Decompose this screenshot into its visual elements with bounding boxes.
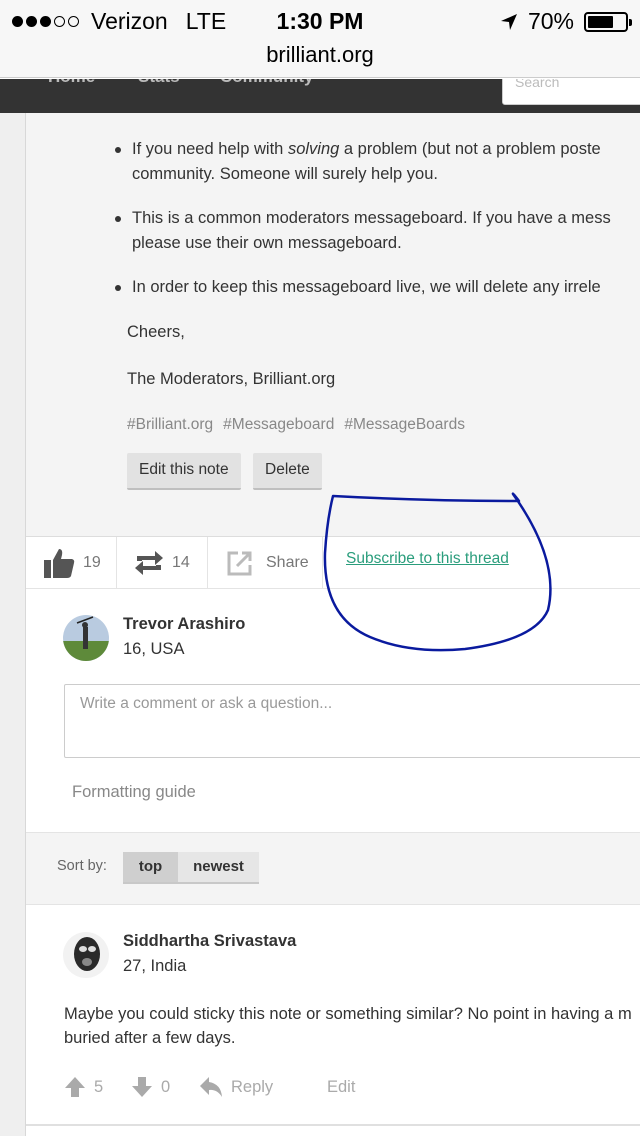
divider	[207, 537, 208, 589]
tag-link[interactable]: #MessageBoards	[344, 416, 465, 434]
edit-label: Edit	[327, 1077, 356, 1096]
composer-user-meta: 16, USA	[123, 640, 185, 658]
composer-user-name[interactable]: Trevor Arashiro	[123, 615, 245, 634]
divider	[116, 537, 117, 589]
comment-author[interactable]: Siddhartha Srivastava	[123, 932, 296, 951]
downvote-count: 0	[161, 1077, 171, 1096]
site-search-input[interactable]: Search	[502, 79, 640, 105]
like-count: 19	[83, 554, 101, 571]
like-button[interactable]: 19	[43, 537, 101, 589]
arrow-down-icon	[132, 1077, 152, 1097]
address-bar[interactable]: brilliant.org	[0, 40, 640, 78]
ios-status-bar: Verizon LTE 1:30 PM 70%	[0, 0, 640, 40]
reshare-icon	[135, 551, 163, 575]
reshare-count: 14	[172, 554, 190, 571]
arrow-up-icon	[65, 1077, 85, 1097]
share-label: Share	[266, 554, 309, 571]
nav-home[interactable]: Home	[48, 79, 95, 87]
reply-icon	[200, 1077, 222, 1097]
avatar	[63, 932, 109, 978]
share-icon	[227, 551, 252, 576]
subscribe-thread-link[interactable]: Subscribe to this thread	[346, 550, 509, 568]
divider	[322, 537, 323, 589]
sort-bar	[26, 832, 640, 905]
note-closing: Cheers,	[127, 323, 185, 341]
list-item: This is a common moderators messageboard…	[115, 206, 640, 256]
note-tags: #Brilliant.org #Messageboard #MessageBoa…	[127, 416, 465, 434]
thumbs-up-icon	[44, 549, 75, 578]
battery-icon	[584, 11, 632, 32]
upvote-button[interactable]: 5	[64, 1075, 103, 1099]
edit-note-button[interactable]: Edit this note	[127, 453, 241, 490]
avatar	[63, 615, 109, 661]
reply-button[interactable]: Reply	[199, 1075, 273, 1099]
comment-text: Maybe you could sticky this note or some…	[64, 1005, 632, 1047]
downvote-button[interactable]: 0	[131, 1075, 170, 1099]
comment-input[interactable]: Write a comment or ask a question...	[64, 684, 640, 758]
nav-stats[interactable]: Stats	[138, 79, 180, 87]
comment-edit-button[interactable]: Edit	[327, 1075, 355, 1099]
formatting-guide-link[interactable]: Formatting guide	[72, 783, 196, 802]
nav-community[interactable]: Community	[220, 79, 314, 87]
status-right: 70%	[500, 8, 632, 35]
note-bullet-list: If you need help with solving a problem …	[115, 137, 640, 319]
delete-button[interactable]: Delete	[253, 453, 322, 490]
share-button[interactable]: Share	[226, 537, 309, 589]
sort-newest-button[interactable]: newest	[178, 852, 259, 884]
comment-author-meta: 27, India	[123, 957, 187, 975]
list-item: In order to keep this messageboard live,…	[115, 275, 640, 300]
reshare-button[interactable]: 14	[134, 537, 190, 589]
list-item: If you need help with solving a problem …	[115, 137, 640, 187]
reply-label: Reply	[231, 1077, 274, 1096]
sort-top-button[interactable]: top	[123, 852, 178, 884]
tag-link[interactable]: #Messageboard	[223, 416, 334, 434]
tag-link[interactable]: #Brilliant.org	[127, 416, 213, 434]
site-navigation: Home Stats Community Search	[0, 79, 640, 113]
page-gutter	[0, 113, 26, 1136]
battery-fill	[588, 15, 614, 28]
sort-label: Sort by:	[57, 858, 107, 874]
upvote-count: 5	[94, 1077, 104, 1096]
note-action-bar: 19 14 Share	[26, 537, 640, 589]
divider	[26, 1124, 640, 1126]
battery-percent: 70%	[527, 8, 574, 34]
note-signature: The Moderators, Brilliant.org	[127, 370, 336, 388]
location-arrow-icon	[500, 13, 517, 30]
